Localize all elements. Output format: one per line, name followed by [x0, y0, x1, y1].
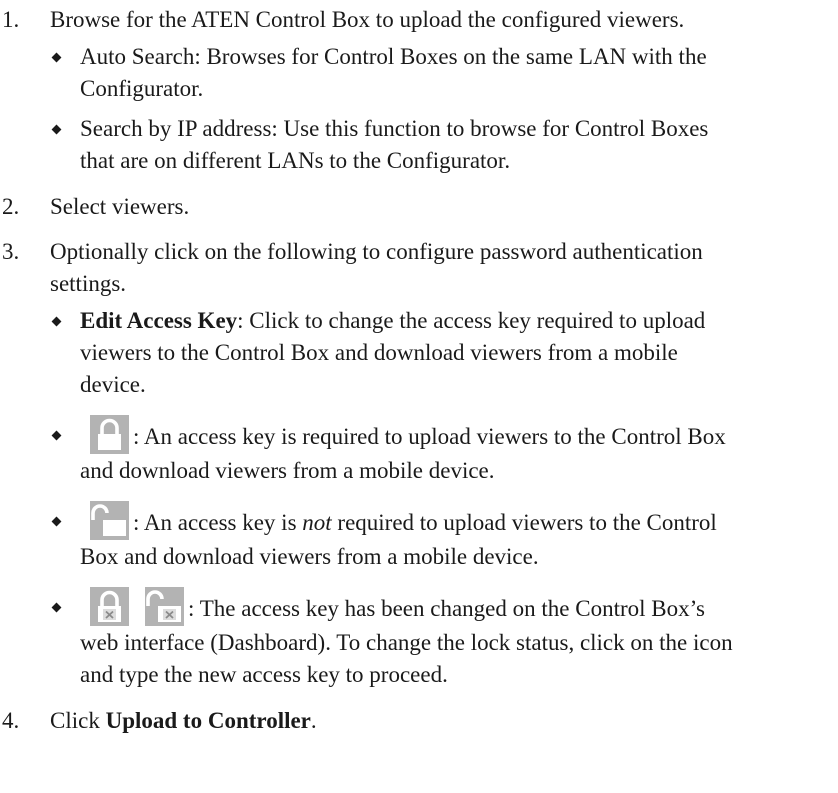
bullet-line: Search by IP address: Use this function … [80, 116, 709, 141]
step-4: 4. Click Upload to Controller. [0, 705, 838, 737]
bullet-line: : An access key is required to upload vi… [80, 415, 838, 455]
step-2: 2. Select viewers. [0, 191, 838, 223]
step-1: 1. Browse for the ATEN Control Box to up… [0, 4, 838, 177]
lock-open-error-icon [145, 587, 184, 626]
diamond-bullet-icon [51, 52, 62, 63]
diamond-bullet-icon [51, 516, 62, 527]
step-text: Click Upload to Controller. [50, 708, 317, 733]
bullet-line: viewers to the Control Box and download … [80, 340, 678, 365]
bullet-line: and type the new access key to proceed. [80, 662, 448, 687]
bullet-key-changed: : The access key has been changed on the… [50, 587, 838, 691]
diamond-bullet-icon [51, 316, 62, 327]
bullet-line: Box and download viewers from a mobile d… [80, 544, 539, 569]
step-text: Select viewers. [50, 194, 190, 219]
bullet-edit-access-key: Edit Access Key: Click to change the acc… [50, 305, 838, 401]
bullet-line: : An access key is not required to uploa… [80, 501, 838, 541]
document-body: 1. Browse for the ATEN Control Box to up… [0, 4, 838, 742]
bullet-line: that are on different LANs to the Config… [80, 148, 511, 173]
upload-to-controller-label: Upload to Controller [105, 708, 311, 733]
lock-closed-error-icon [90, 587, 129, 626]
bullet-unlocked: : An access key is not required to uploa… [50, 501, 838, 573]
step-number: 4. [2, 708, 20, 733]
bullet-line: Edit Access Key: Click to change the acc… [80, 308, 706, 333]
step-number: 2. [2, 194, 20, 219]
diamond-bullet-icon [51, 124, 62, 135]
bullet-locked: : An access key is required to upload vi… [50, 415, 838, 487]
bullet-line: : The access key has been changed on the… [80, 587, 838, 627]
diamond-bullet-icon [51, 430, 62, 441]
step-number: 3. [2, 239, 20, 264]
bullet-line: web interface (Dashboard). To change the… [80, 630, 733, 655]
lock-closed-icon [90, 415, 129, 454]
bullet-list: Auto Search: Browses for Control Boxes o… [50, 41, 838, 177]
bullet-list: Edit Access Key: Click to change the acc… [50, 305, 838, 691]
bullet-auto-search: Auto Search: Browses for Control Boxes o… [50, 41, 838, 105]
lock-open-icon [90, 501, 129, 540]
diamond-bullet-icon [51, 602, 62, 613]
bullet-line: device. [80, 372, 146, 397]
step-text: Browse for the ATEN Control Box to uploa… [50, 7, 685, 32]
bullet-line: and download viewers from a mobile devic… [80, 458, 495, 483]
edit-access-key-label: Edit Access Key [80, 308, 238, 333]
step-3: 3. Optionally click on the following to … [0, 236, 838, 691]
step-number: 1. [2, 7, 20, 32]
step-text-line: settings. [50, 271, 127, 296]
bullet-search-by-ip: Search by IP address: Use this function … [50, 113, 838, 177]
emphasis-not: not [302, 510, 332, 535]
bullet-line: Auto Search: Browses for Control Boxes o… [80, 44, 707, 69]
step-text-line: Optionally click on the following to con… [50, 239, 703, 264]
bullet-line: Configurator. [80, 76, 204, 101]
